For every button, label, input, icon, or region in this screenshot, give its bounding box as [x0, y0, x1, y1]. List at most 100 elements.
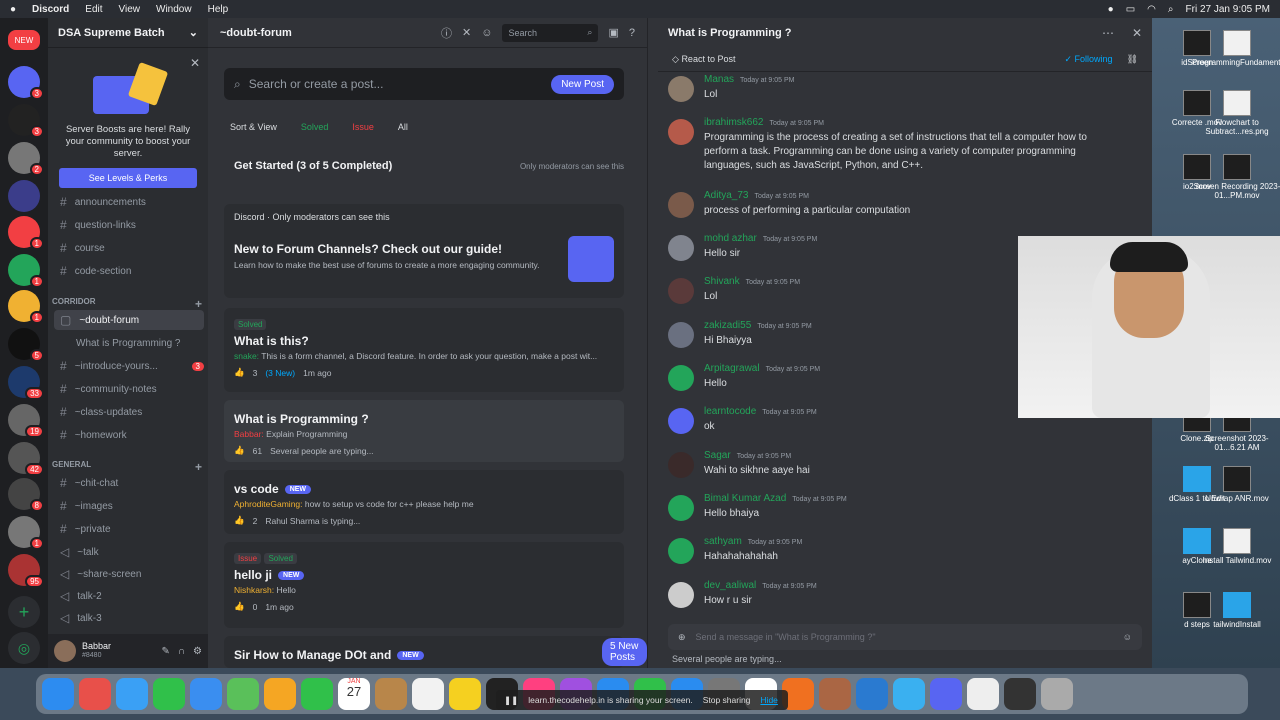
channel-announcements[interactable]: # announcements: [54, 192, 204, 212]
more-icon[interactable]: ⋯: [1102, 26, 1114, 40]
desktop-file[interactable]: tailwindInstall: [1192, 592, 1280, 630]
new-post-button[interactable]: New Post: [551, 74, 614, 94]
maps-icon[interactable]: [227, 678, 259, 710]
members-icon[interactable]: ☺: [481, 27, 492, 39]
channel-images[interactable]: # ~images: [54, 496, 204, 516]
message-input[interactable]: ⊕ Send a message in "What is Programming…: [668, 624, 1142, 650]
server-icon[interactable]: 5: [8, 328, 44, 362]
desktop-file[interactable]: ProgrammingFundamentalsDSA: [1192, 30, 1280, 68]
menu-app-name[interactable]: Discord: [32, 4, 69, 15]
server-icon[interactable]: 3: [8, 66, 44, 100]
desktop-file[interactable]: Screen Recording 2023-01...PM.mov: [1192, 154, 1280, 201]
close-icon[interactable]: ✕: [190, 56, 200, 70]
filter-solved[interactable]: Solved: [295, 120, 335, 134]
avatar[interactable]: [668, 538, 694, 564]
desktop-file[interactable]: Flowchart to Subtract...res.png: [1192, 90, 1280, 137]
wifi-icon[interactable]: ◠: [1147, 4, 1156, 15]
avatar[interactable]: [668, 322, 694, 348]
contacts-icon[interactable]: [375, 678, 407, 710]
info-icon[interactable]: ⓘ: [441, 25, 452, 41]
thumbs-up-icon[interactable]: 👍: [234, 515, 245, 526]
apple-icon[interactable]: ●: [10, 4, 16, 15]
avatar[interactable]: [668, 495, 694, 521]
sort-view-dropdown[interactable]: Sort & View: [224, 120, 283, 134]
channel-code-section[interactable]: # code-section: [54, 261, 204, 281]
server-icon[interactable]: 42: [8, 442, 44, 476]
menu-edit[interactable]: Edit: [85, 4, 102, 15]
mute-icon[interactable]: ✕: [462, 26, 471, 39]
channel-class-updates[interactable]: # ~class-updates: [54, 402, 204, 422]
calendar-icon[interactable]: JAN 27: [338, 678, 370, 710]
plus-icon[interactable]: +: [195, 297, 202, 311]
voice-channel-talk[interactable]: ◁ ~talk: [54, 542, 204, 562]
thread-what-is-programming[interactable]: What is Programming ?: [54, 333, 204, 353]
avatar[interactable]: [668, 192, 694, 218]
react-to-post-button[interactable]: ◇ React to Post: [672, 54, 735, 65]
headphones-icon[interactable]: ∩: [178, 646, 185, 657]
forum-post[interactable]: Sir How to Manage DOt and NEW: [224, 636, 624, 668]
voice-channel-talk-2[interactable]: ◁ talk-2: [54, 586, 204, 606]
avatar[interactable]: [668, 582, 694, 608]
menubar-clock[interactable]: Fri 27 Jan 9:05 PM: [1186, 4, 1270, 15]
photos-icon[interactable]: [264, 678, 296, 710]
channel-doubt-forum[interactable]: ▢ ~doubt-forum: [54, 310, 204, 330]
channel-community-notes[interactable]: # ~community-notes: [54, 379, 204, 399]
channel-private[interactable]: # ~private: [54, 519, 204, 539]
safari-icon[interactable]: [116, 678, 148, 710]
channel-chit-chat[interactable]: # ~chit-chat: [54, 473, 204, 493]
server-icon[interactable]: 2: [8, 142, 44, 176]
thumbs-up-icon[interactable]: 👍: [234, 367, 245, 378]
document-icon[interactable]: [967, 678, 999, 710]
server-icon[interactable]: 1: [8, 254, 44, 288]
explore-icon[interactable]: ◎: [8, 632, 40, 664]
edge-icon[interactable]: [893, 678, 925, 710]
vscode-icon[interactable]: [856, 678, 888, 710]
hide-button[interactable]: Hide: [760, 695, 777, 705]
forum-post[interactable]: Solved What is this? snake: This is a fo…: [224, 308, 624, 392]
inbox-icon[interactable]: ▣: [608, 26, 618, 39]
add-attachment-icon[interactable]: ⊕: [678, 632, 686, 643]
screen-recording-icon[interactable]: [1004, 678, 1036, 710]
voice-channel-share-screen[interactable]: ◁ ~share-screen: [54, 564, 204, 584]
desktop-file[interactable]: Unwrap ANR.mov: [1192, 466, 1280, 504]
server-icon[interactable]: 3: [8, 104, 44, 138]
forum-search-input[interactable]: ⌕ Search or create a post... New Post: [224, 68, 624, 100]
forum-guide-card[interactable]: Discord · Only moderators can see this N…: [224, 204, 624, 298]
menu-view[interactable]: View: [119, 4, 141, 15]
desktop-file[interactable]: Install Tailwind.mov: [1192, 528, 1280, 566]
avatar[interactable]: [668, 408, 694, 434]
new-badge-icon[interactable]: NEW: [8, 30, 40, 50]
menu-window[interactable]: Window: [156, 4, 192, 15]
server-icon[interactable]: 1: [8, 216, 44, 250]
server-icon[interactable]: 33: [8, 366, 44, 400]
forum-post[interactable]: vs code NEW AphroditeGaming: how to setup…: [224, 470, 624, 534]
server-icon[interactable]: 19: [8, 404, 44, 438]
notes-icon[interactable]: [449, 678, 481, 710]
finder-icon[interactable]: [42, 678, 74, 710]
server-icon[interactable]: 1: [8, 290, 44, 324]
get-started-banner[interactable]: Get Started (3 of 5 Completed) Only mode…: [224, 154, 624, 178]
channel-course[interactable]: # course: [54, 238, 204, 258]
launchpad-icon[interactable]: [79, 678, 111, 710]
mic-icon[interactable]: ✎: [161, 646, 169, 657]
trash-icon[interactable]: [1041, 678, 1073, 710]
help-icon[interactable]: ?: [629, 27, 635, 39]
stop-sharing-button[interactable]: Stop sharing: [703, 695, 751, 705]
category-general[interactable]: GENERAL +: [52, 460, 202, 474]
avatar[interactable]: [668, 452, 694, 478]
new-posts-button[interactable]: 5 New Posts: [602, 638, 647, 666]
avatar[interactable]: [668, 235, 694, 261]
filter-issue[interactable]: Issue: [346, 120, 380, 134]
filter-all[interactable]: All: [392, 120, 414, 134]
close-icon[interactable]: ✕: [1132, 26, 1142, 40]
avatar[interactable]: [668, 278, 694, 304]
record-icon[interactable]: ●: [1108, 4, 1114, 15]
thumbs-up-icon[interactable]: 👍: [234, 601, 245, 612]
forum-post[interactable]: Issue Solved hello ji NEW Nishkarsh: Hell…: [224, 542, 624, 628]
forum-post[interactable]: What is Programming ? Babbar: Explain Pr…: [224, 400, 624, 462]
messages-icon[interactable]: [153, 678, 185, 710]
gear-icon[interactable]: ⚙: [193, 646, 202, 657]
mail-icon[interactable]: [190, 678, 222, 710]
header-search[interactable]: Search ⌕: [502, 23, 599, 42]
see-levels-button[interactable]: See Levels & Perks: [59, 167, 197, 188]
